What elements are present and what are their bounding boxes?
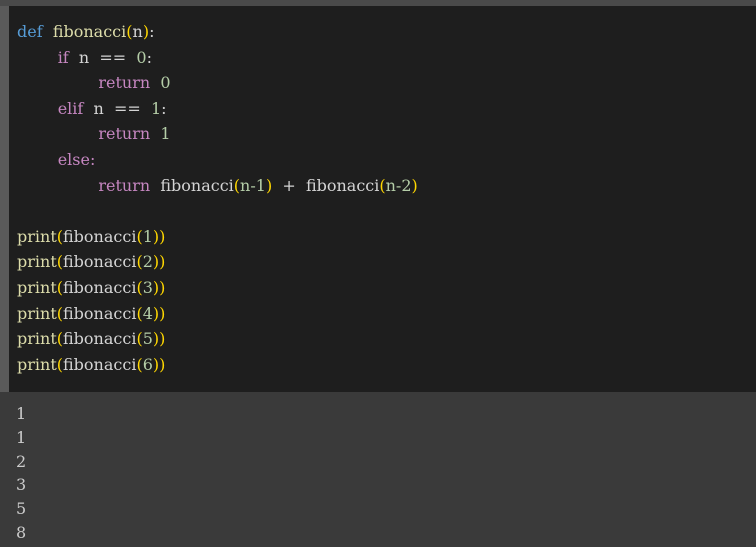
- identifier-n: n: [93, 98, 104, 118]
- expr-n-minus-1: n-1: [240, 175, 266, 195]
- print-arg: 2: [142, 252, 153, 272]
- function-call: fibonacci: [63, 303, 137, 323]
- close-paren: )): [152, 329, 166, 349]
- param-n: n: [132, 22, 143, 41]
- code-line-print: print(fibonacci(1)): [17, 224, 418, 250]
- print-keyword: print: [17, 303, 57, 323]
- close-paren: )): [152, 354, 166, 374]
- code-line-return-1: return 1: [17, 121, 418, 147]
- function-name: fibonacci: [52, 22, 127, 41]
- number-one: 1: [150, 98, 162, 118]
- operator-plus: +: [282, 175, 296, 195]
- function-call: fibonacci: [63, 354, 137, 374]
- output-line: 1: [16, 404, 27, 423]
- code-line-print: print(fibonacci(2)): [17, 249, 418, 275]
- code-cell-editor[interactable]: def fibonacci(n): if n == 0: return 0 el…: [0, 6, 756, 392]
- code-line-print: print(fibonacci(5)): [17, 326, 418, 352]
- colon: :: [146, 47, 152, 67]
- code-line-else: else:: [17, 147, 418, 173]
- keyword-if: if: [57, 47, 69, 67]
- print-arg: 6: [142, 354, 153, 374]
- close-paren: ): [411, 175, 418, 195]
- function-call: fibonacci: [63, 252, 137, 272]
- code-line-return-0: return 0: [17, 70, 418, 96]
- output-line: 2: [16, 451, 27, 471]
- expr-n-minus-2: n-2: [385, 175, 412, 195]
- close-paren: )): [152, 226, 166, 246]
- print-arg: 3: [142, 277, 153, 297]
- print-keyword: print: [17, 329, 57, 349]
- print-keyword: print: [17, 226, 57, 246]
- code-line-print: print(fibonacci(6)): [17, 352, 418, 378]
- print-keyword: print: [17, 252, 57, 272]
- function-call: fibonacci: [63, 329, 137, 349]
- output-line: 8: [16, 522, 27, 542]
- operator-eq: ==: [113, 98, 141, 118]
- close-paren: )): [152, 277, 166, 297]
- function-call: fibonacci: [160, 175, 234, 195]
- output-line: 1: [16, 427, 27, 447]
- keyword-elif: elif: [57, 98, 84, 118]
- function-call: fibonacci: [305, 175, 380, 195]
- code-line-print: print(fibonacci(4)): [17, 301, 418, 327]
- number-one: 1: [160, 124, 171, 144]
- output-line: 3: [16, 475, 27, 495]
- cell-gutter: [0, 6, 9, 392]
- identifier-n: n: [78, 47, 90, 67]
- close-paren: )): [152, 252, 166, 272]
- number-zero: 0: [160, 73, 171, 93]
- colon: :: [149, 22, 155, 41]
- code-line-if: if n == 0:: [17, 45, 418, 71]
- keyword-def: def: [17, 22, 43, 41]
- function-call: fibonacci: [63, 226, 137, 246]
- code-lines: def fibonacci(n): if n == 0: return 0 el…: [17, 19, 418, 377]
- code-line-def: def fibonacci(n):: [17, 19, 418, 45]
- keyword-return: return: [98, 175, 151, 195]
- code-line-elif: elif n == 1:: [17, 96, 418, 122]
- output-line: 5: [16, 499, 27, 519]
- keyword-return: return: [98, 124, 151, 144]
- cell-output-area: 1 1 2 3 5 8: [0, 392, 756, 547]
- operator-eq: ==: [99, 47, 127, 67]
- print-arg: 5: [142, 329, 153, 349]
- print-arg: 4: [142, 303, 153, 323]
- print-keyword: print: [17, 277, 57, 297]
- output-lines: 1 1 2 3 5 8: [16, 402, 26, 545]
- print-arg: 1: [142, 226, 153, 246]
- number-zero: 0: [136, 47, 147, 67]
- function-call: fibonacci: [63, 277, 137, 297]
- code-line-return-recursive: return fibonacci(n-1) + fibonacci(n-2): [17, 173, 418, 199]
- code-line-print: print(fibonacci(3)): [17, 275, 418, 301]
- close-paren: )): [152, 303, 166, 323]
- keyword-else: else:: [57, 149, 96, 169]
- keyword-return: return: [98, 73, 151, 93]
- close-paren: ): [265, 175, 273, 195]
- colon: :: [161, 98, 167, 118]
- print-keyword: print: [17, 354, 57, 374]
